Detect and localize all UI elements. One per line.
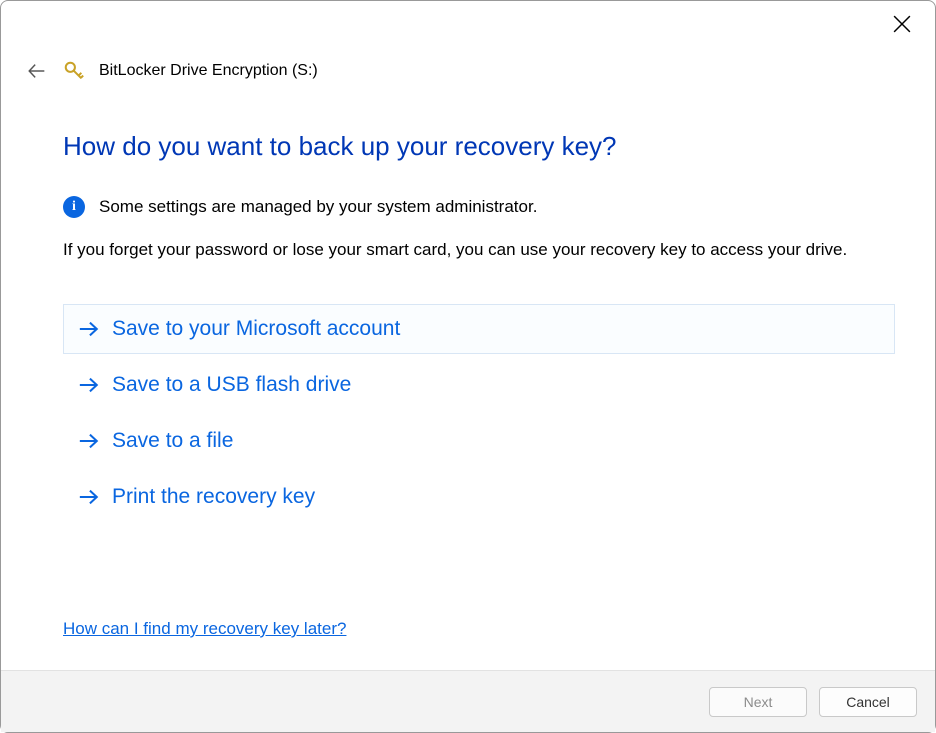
dialog-title: BitLocker Drive Encryption (S:): [99, 62, 318, 80]
help-link-find-key[interactable]: How can I find my recovery key later?: [63, 619, 346, 639]
back-arrow-icon: [26, 60, 48, 82]
option-save-file[interactable]: Save to a file: [63, 416, 895, 466]
option-print-key[interactable]: Print the recovery key: [63, 472, 895, 522]
option-save-usb[interactable]: Save to a USB flash drive: [63, 360, 895, 410]
arrow-right-icon: [78, 374, 100, 396]
option-label: Print the recovery key: [112, 485, 315, 509]
close-button[interactable]: [893, 15, 913, 35]
option-label: Save to your Microsoft account: [112, 317, 400, 341]
button-bar: Next Cancel: [1, 670, 935, 732]
cancel-button[interactable]: Cancel: [819, 687, 917, 717]
option-label: Save to a USB flash drive: [112, 373, 351, 397]
next-button[interactable]: Next: [709, 687, 807, 717]
dialog-header: BitLocker Drive Encryption (S:): [25, 59, 318, 83]
description-text: If you forget your password or lose your…: [63, 240, 895, 260]
bitlocker-key-icon: [63, 60, 85, 82]
option-save-microsoft-account[interactable]: Save to your Microsoft account: [63, 304, 895, 354]
back-button[interactable]: [25, 59, 49, 83]
arrow-right-icon: [78, 430, 100, 452]
option-label: Save to a file: [112, 429, 233, 453]
arrow-right-icon: [78, 318, 100, 340]
backup-options: Save to your Microsoft account Save to a…: [63, 304, 895, 522]
admin-info-text: Some settings are managed by your system…: [99, 197, 537, 217]
admin-info-row: i Some settings are managed by your syst…: [63, 196, 895, 218]
page-heading: How do you want to back up your recovery…: [63, 131, 895, 162]
info-icon: i: [63, 196, 85, 218]
arrow-right-icon: [78, 486, 100, 508]
close-icon: [893, 15, 911, 33]
